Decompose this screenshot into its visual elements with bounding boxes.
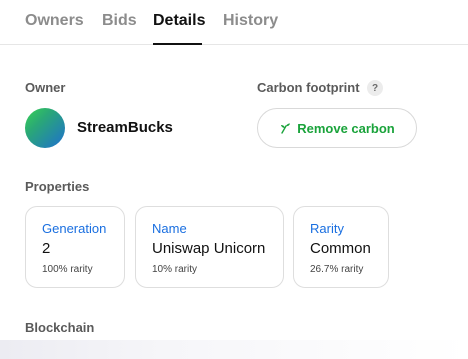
owner-avatar[interactable] [25,108,65,148]
property-card-generation[interactable]: Generation 2 100% rarity [25,206,125,288]
property-rarity: 100% rarity [42,264,93,275]
property-type: Name [152,221,187,236]
tab-bar: Owners Bids Details History [0,0,468,45]
property-value: Uniswap Unicorn [152,240,266,257]
property-type: Rarity [310,221,344,236]
help-icon[interactable]: ? [367,80,383,96]
carbon-footprint-label: Carbon footprint [257,80,360,95]
tab-history[interactable]: History [223,12,278,30]
tab-owners[interactable]: Owners [25,12,84,30]
property-card-rarity[interactable]: Rarity Common 26.7% rarity [293,206,389,288]
remove-carbon-label: Remove carbon [297,120,395,136]
property-rarity: 26.7% rarity [310,264,364,275]
property-value: 2 [42,240,51,257]
sprout-icon [281,123,291,134]
property-type: Generation [42,221,107,236]
blockchain-section-label: Blockchain [25,320,95,335]
properties-section-label: Properties [25,179,90,194]
remove-carbon-button[interactable]: Remove carbon [257,108,417,148]
owner-section-label: Owner [25,80,66,95]
bottom-scroll-fade [0,340,468,359]
property-card-name[interactable]: Name Uniswap Unicorn 10% rarity [135,206,284,288]
property-rarity: 10% rarity [152,264,198,275]
tab-details[interactable]: Details [153,12,205,30]
active-tab-indicator [153,43,202,45]
property-value: Common [310,240,371,257]
tab-bids[interactable]: Bids [102,12,137,30]
owner-name-link[interactable]: StreamBucks [77,119,173,136]
